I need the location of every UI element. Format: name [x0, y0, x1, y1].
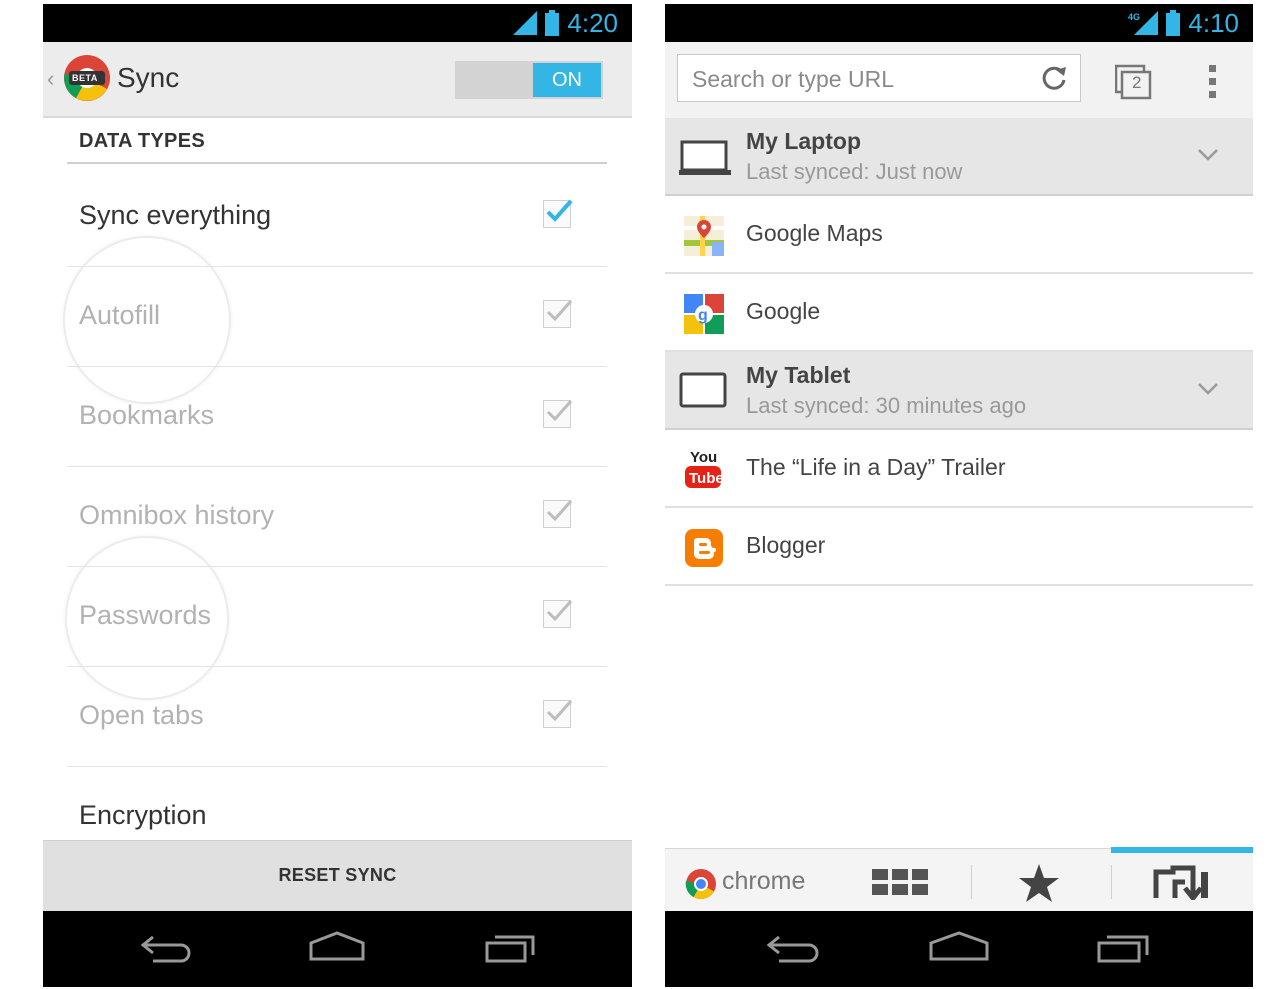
chrome-logo-icon: [685, 869, 716, 900]
svg-text:g: g: [698, 307, 708, 324]
omnibox[interactable]: Search or type URL: [677, 54, 1081, 102]
device-header-tablet[interactable]: My Tablet Last synced: 30 minutes ago: [665, 352, 1253, 430]
divider: [1111, 865, 1112, 899]
row-label: Encryption: [79, 800, 207, 830]
row-label: Open tabs: [79, 700, 204, 730]
reset-sync-label: RESET SYNC: [278, 865, 397, 885]
blogger-icon: [685, 529, 723, 567]
back-icon[interactable]: [139, 929, 195, 965]
status-time: 4:20: [567, 7, 618, 38]
sync-settings-screen: 4:20 ‹ BETA Sync ON DATA TYPES Sync ever…: [43, 4, 632, 987]
row-label: Autofill: [79, 300, 161, 330]
row-sync-everything[interactable]: Sync everything: [67, 166, 607, 267]
device-name: My Tablet: [746, 362, 851, 388]
bottom-bar: chrome: [665, 847, 1253, 915]
passwords-checkbox[interactable]: [543, 600, 573, 628]
laptop-icon: [679, 140, 731, 175]
sync-everything-checkbox[interactable]: [543, 199, 573, 228]
chevron-down-icon[interactable]: [1197, 148, 1219, 162]
svg-text:You: You: [690, 449, 717, 466]
nav-bar: [665, 911, 1253, 987]
tab-title: The “Life in a Day” Trailer: [746, 454, 1006, 480]
row-open-tabs[interactable]: Open tabs: [67, 666, 607, 767]
nav-bar: [43, 911, 632, 987]
home-icon[interactable]: [927, 929, 991, 965]
page-title: Sync: [117, 62, 180, 93]
row-passwords[interactable]: Passwords: [67, 566, 607, 667]
other-devices-screen: 4G 4:10 Search or type URL 2 My Laptop L…: [665, 4, 1253, 987]
section-divider: [67, 162, 607, 164]
synced-tab-row[interactable]: Google Maps: [665, 196, 1253, 274]
action-bar: ‹ BETA Sync ON: [43, 42, 632, 118]
recent-apps-icon[interactable]: [483, 929, 539, 965]
bookmarks-star-icon[interactable]: [1017, 863, 1061, 903]
svg-text:4G: 4G: [1128, 12, 1140, 22]
recent-apps-icon[interactable]: [1095, 929, 1153, 965]
battery-icon: [1166, 10, 1181, 36]
status-bar: 4G 4:10: [665, 4, 1253, 42]
svg-text:Tube: Tube: [689, 470, 724, 487]
up-caret-icon[interactable]: ‹: [47, 66, 54, 92]
other-devices-icon[interactable]: [1153, 864, 1211, 900]
home-icon[interactable]: [307, 929, 367, 965]
signal-icon: [513, 11, 538, 35]
tab-count: 2: [1132, 73, 1142, 92]
youtube-icon: You Tube: [685, 449, 724, 488]
chrome-brand-label: chrome: [722, 867, 806, 895]
bookmarks-checkbox[interactable]: [543, 400, 573, 428]
synced-tab-row[interactable]: You Tube The “Life in a Day” Trailer: [665, 430, 1253, 508]
google-maps-icon: [684, 216, 724, 256]
chrome-beta-icon[interactable]: BETA: [63, 54, 111, 102]
tab-title: Blogger: [746, 532, 826, 558]
row-label: Sync everything: [79, 200, 272, 230]
open-tabs-checkbox[interactable]: [543, 700, 573, 728]
status-bar: 4:20: [43, 4, 632, 42]
status-time: 4:10: [1188, 7, 1239, 38]
row-label: Bookmarks: [79, 400, 215, 430]
tab-title: Google Maps: [746, 220, 883, 246]
overflow-menu-icon[interactable]: [1207, 64, 1219, 100]
device-header-laptop[interactable]: My Laptop Last synced: Just now: [665, 118, 1253, 196]
browser-toolbar: Search or type URL 2: [665, 42, 1253, 119]
omnibox-placeholder: Search or type URL: [692, 66, 894, 92]
divider: [971, 865, 972, 899]
tab-switcher-button[interactable]: 2: [1114, 64, 1153, 105]
row-label: Passwords: [79, 600, 212, 630]
reload-icon[interactable]: [1040, 64, 1068, 92]
most-visited-icon[interactable]: [872, 869, 928, 897]
tablet-icon: [679, 372, 727, 408]
sync-toggle[interactable]: ON: [455, 61, 603, 99]
autofill-checkbox[interactable]: [543, 300, 573, 328]
tab-title: Google: [746, 298, 821, 324]
section-header: DATA TYPES: [79, 130, 205, 152]
row-bookmarks[interactable]: Bookmarks: [67, 366, 607, 467]
synced-tab-row[interactable]: g Google: [665, 274, 1253, 352]
omnibox-history-checkbox[interactable]: [543, 500, 573, 528]
device-name: My Laptop: [746, 128, 861, 154]
toggle-on-label: ON: [533, 63, 601, 97]
google-icon: g: [684, 294, 724, 334]
beta-badge: BETA: [72, 73, 98, 83]
back-icon[interactable]: [765, 929, 823, 965]
signal-4g-icon: 4G: [1128, 11, 1159, 35]
device-last-synced: Last synced: 30 minutes ago: [746, 393, 1027, 418]
row-label: Omnibox history: [79, 500, 275, 530]
battery-icon: [545, 10, 560, 36]
device-last-synced: Last synced: Just now: [746, 159, 963, 184]
selected-tab-indicator: [1111, 847, 1253, 853]
row-autofill[interactable]: Autofill: [67, 266, 607, 367]
chevron-down-icon[interactable]: [1197, 382, 1219, 396]
reset-sync-button[interactable]: RESET SYNC: [43, 840, 632, 913]
row-omnibox-history[interactable]: Omnibox history: [67, 466, 607, 567]
synced-tab-row[interactable]: Blogger: [665, 508, 1253, 586]
